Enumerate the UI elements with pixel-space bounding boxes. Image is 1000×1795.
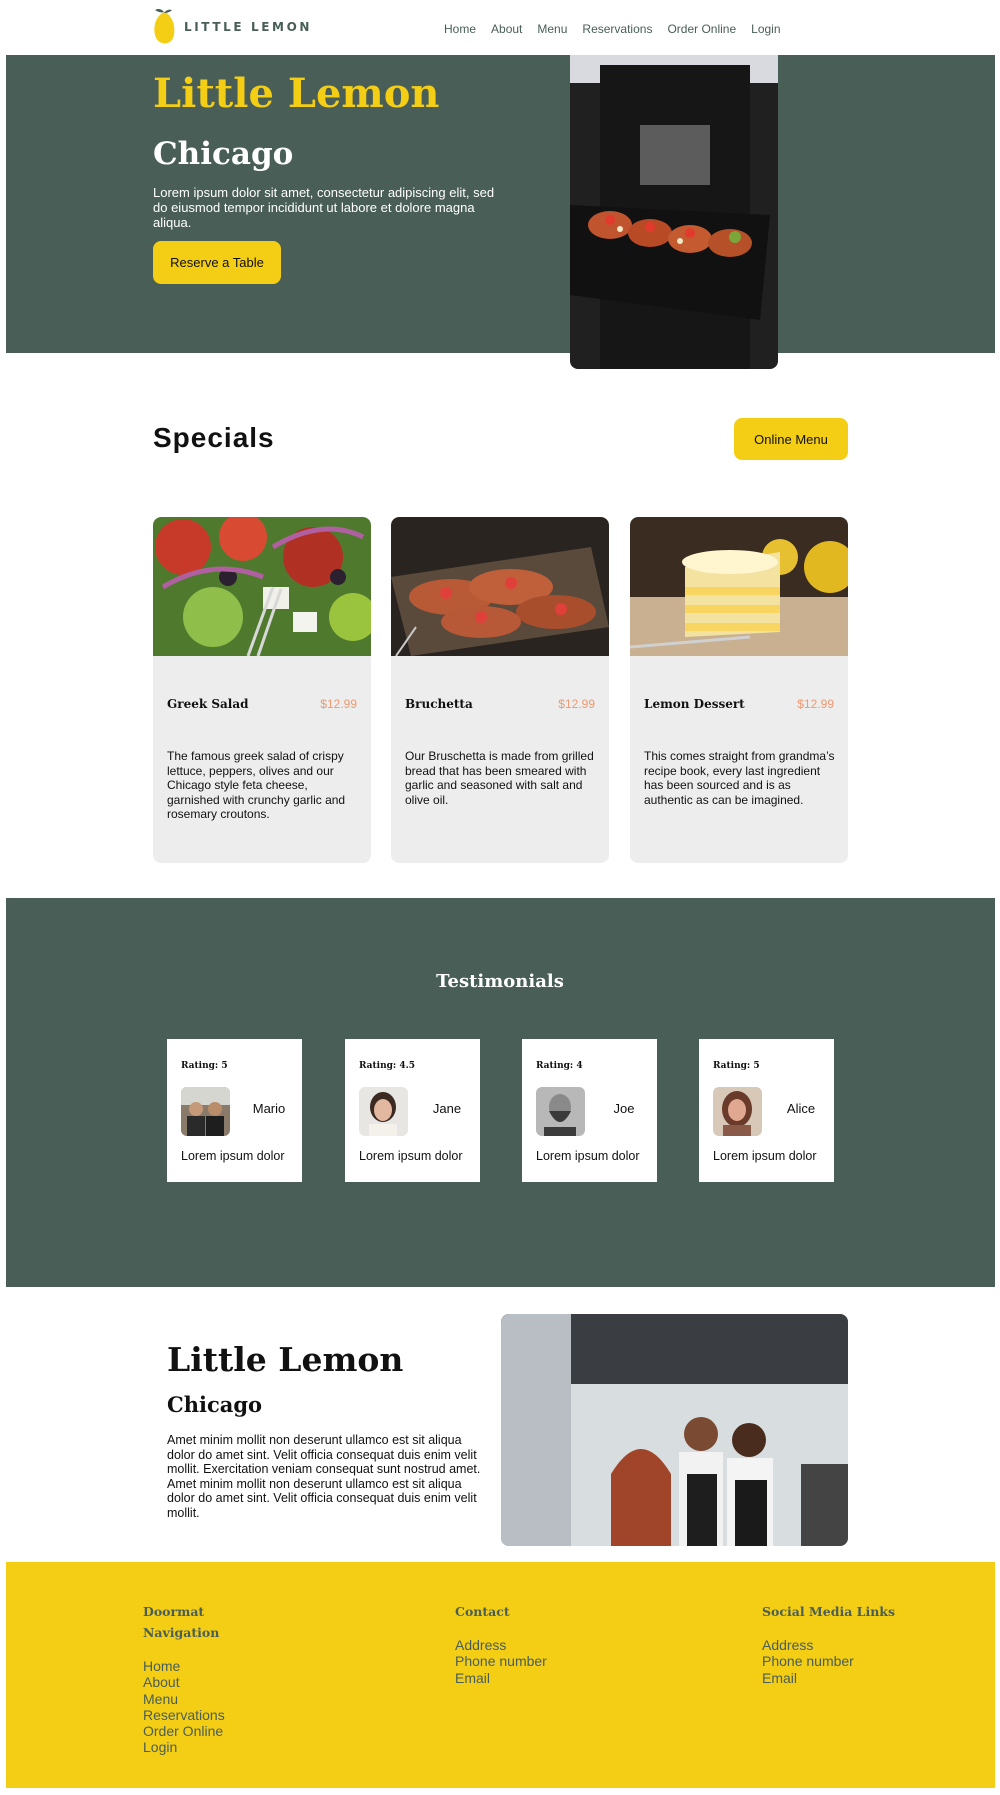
- testimonial-review: Lorem ipsum dolor: [359, 1149, 463, 1163]
- testimonial-name: Joe: [613, 1101, 635, 1116]
- testimonial-review: Lorem ipsum dolor: [181, 1149, 285, 1163]
- testimonial-rating: Rating: 5: [713, 1061, 760, 1071]
- bruchetta-image: [391, 517, 609, 656]
- avatar: [181, 1087, 230, 1136]
- testimonial-card: Rating: 4.5 Jane Lorem ipsum dolor: [345, 1039, 480, 1182]
- testimonial-name: Alice: [786, 1101, 816, 1116]
- special-price: $12.99: [320, 697, 357, 711]
- about-title: Little Lemon: [167, 1340, 404, 1379]
- testimonial-card: Rating: 5 Alice Lorem ipsum dolor: [699, 1039, 834, 1182]
- hero-description: Lorem ipsum dolor sit amet, consectetur …: [153, 185, 495, 230]
- hero-subtitle: Chicago: [153, 136, 294, 172]
- avatar: [536, 1087, 585, 1136]
- contact-email-link[interactable]: Email: [455, 1670, 547, 1686]
- testimonials-section: [6, 898, 995, 1287]
- special-name: Lemon Dessert: [644, 697, 745, 711]
- lemon-dessert-image: [630, 517, 848, 656]
- footer-link-about[interactable]: About: [143, 1674, 225, 1690]
- testimonial-name: Jane: [432, 1101, 462, 1116]
- avatar: [713, 1087, 762, 1136]
- nav-menu[interactable]: Menu: [537, 22, 567, 36]
- footer-link-login[interactable]: Login: [143, 1739, 225, 1755]
- logo[interactable]: LITTLE LEMON: [152, 8, 312, 46]
- contact-address-link[interactable]: Address: [455, 1637, 547, 1653]
- footer-heading: Doormat Navigation: [143, 1604, 220, 1640]
- logo-text: LITTLE LEMON: [184, 20, 313, 34]
- footer-heading: Contact: [455, 1604, 510, 1619]
- site-header: LITTLE LEMON Home About Menu Reservation…: [0, 0, 1000, 55]
- special-price: $12.99: [797, 697, 834, 711]
- about-subtitle: Chicago: [167, 1392, 263, 1417]
- special-description: The famous greek salad of crispy lettuce…: [167, 749, 346, 822]
- hero-image: [570, 55, 778, 369]
- special-card-bruchetta[interactable]: Bruchetta $12.99 Our Bruschetta is made …: [391, 517, 609, 863]
- chefs-image: [501, 1314, 848, 1546]
- testimonial-rating: Rating: 5: [181, 1061, 228, 1071]
- social-phone-link[interactable]: Phone number: [762, 1653, 895, 1669]
- footer-link-home[interactable]: Home: [143, 1658, 225, 1674]
- contact-phone-link[interactable]: Phone number: [455, 1653, 547, 1669]
- main-nav: Home About Menu Reservations Order Onlin…: [444, 22, 781, 36]
- specials-title: Specials: [153, 422, 275, 453]
- footer-social: Social Media Links Address Phone number …: [762, 1601, 895, 1686]
- footer-navigation: Doormat Navigation Home About Menu Reser…: [143, 1601, 225, 1756]
- testimonial-card: Rating: 4 Joe Lorem ipsum dolor: [522, 1039, 657, 1182]
- special-description: This comes straight from grandma’s recip…: [644, 749, 835, 807]
- nav-reservations[interactable]: Reservations: [582, 22, 652, 36]
- special-name: Greek Salad: [167, 697, 249, 711]
- footer-heading: Social Media Links: [762, 1604, 895, 1619]
- footer-link-reservations[interactable]: Reservations: [143, 1707, 225, 1723]
- special-description: Our Bruschetta is made from grilled brea…: [405, 749, 594, 807]
- footer-link-order-online[interactable]: Order Online: [143, 1723, 225, 1739]
- greek-salad-image: [153, 517, 371, 656]
- nav-order-online[interactable]: Order Online: [667, 22, 736, 36]
- online-menu-button[interactable]: Online Menu: [734, 418, 848, 460]
- hero-title: Little Lemon: [153, 70, 440, 117]
- footer-contact: Contact Address Phone number Email: [455, 1601, 547, 1686]
- nav-home[interactable]: Home: [444, 22, 476, 36]
- testimonial-card: Rating: 5 Mario Lorem ipsum dolor: [167, 1039, 302, 1182]
- special-card-lemon-dessert[interactable]: Lemon Dessert $12.99 This comes straight…: [630, 517, 848, 863]
- testimonial-rating: Rating: 4: [536, 1061, 583, 1071]
- testimonials-title: Testimonials: [436, 971, 564, 992]
- nav-about[interactable]: About: [491, 22, 522, 36]
- about-description: Amet minim mollit non deserunt ullamco e…: [167, 1433, 481, 1520]
- social-address-link[interactable]: Address: [762, 1637, 895, 1653]
- testimonial-name: Mario: [252, 1101, 286, 1116]
- footer-link-menu[interactable]: Menu: [143, 1691, 225, 1707]
- avatar: [359, 1087, 408, 1136]
- testimonial-review: Lorem ipsum dolor: [713, 1149, 817, 1163]
- reserve-table-button[interactable]: Reserve a Table: [153, 241, 281, 284]
- lemon-icon: [152, 8, 176, 46]
- special-name: Bruchetta: [405, 697, 473, 711]
- special-price: $12.99: [558, 697, 595, 711]
- testimonial-review: Lorem ipsum dolor: [536, 1149, 640, 1163]
- social-email-link[interactable]: Email: [762, 1670, 895, 1686]
- testimonial-rating: Rating: 4.5: [359, 1061, 416, 1071]
- nav-login[interactable]: Login: [751, 22, 780, 36]
- special-card-greek-salad[interactable]: Greek Salad $12.99 The famous greek sala…: [153, 517, 371, 863]
